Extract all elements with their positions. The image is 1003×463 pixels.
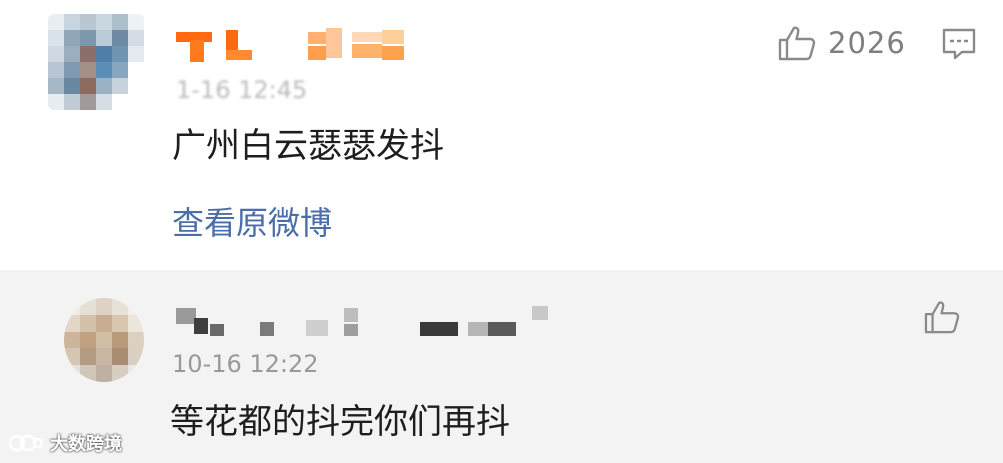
like-button[interactable] [924,300,960,334]
comment-text: 广州白云瑟瑟发抖 [172,126,444,166]
comment-time: 1-16 12:45 [176,76,308,104]
watermark-logo-icon [8,434,44,452]
reply-card: 10-16 12:22 等花都的抖完你们再抖 [0,270,1003,463]
thumbs-up-icon [924,301,960,334]
username-blurred[interactable] [176,26,416,62]
comment-text: 等花都的抖完你们再抖 [170,402,510,442]
like-button[interactable]: 2026 [778,25,906,61]
like-count: 2026 [828,26,906,60]
comment-icon [942,28,976,60]
username-blurred[interactable] [176,306,556,340]
avatar[interactable] [48,14,144,110]
comment-time: 10-16 12:22 [172,350,319,378]
watermark-text: 大数跨境 [50,434,122,455]
comment-button[interactable] [942,27,976,65]
view-original-link[interactable]: 查看原微博 [172,198,332,244]
thumbs-up-icon [778,26,816,61]
avatar[interactable] [64,298,144,382]
watermark: 大数跨境 [8,430,122,456]
comment-card: 1-16 12:45 广州白云瑟瑟发抖 查看原微博 2026 [0,0,1003,270]
